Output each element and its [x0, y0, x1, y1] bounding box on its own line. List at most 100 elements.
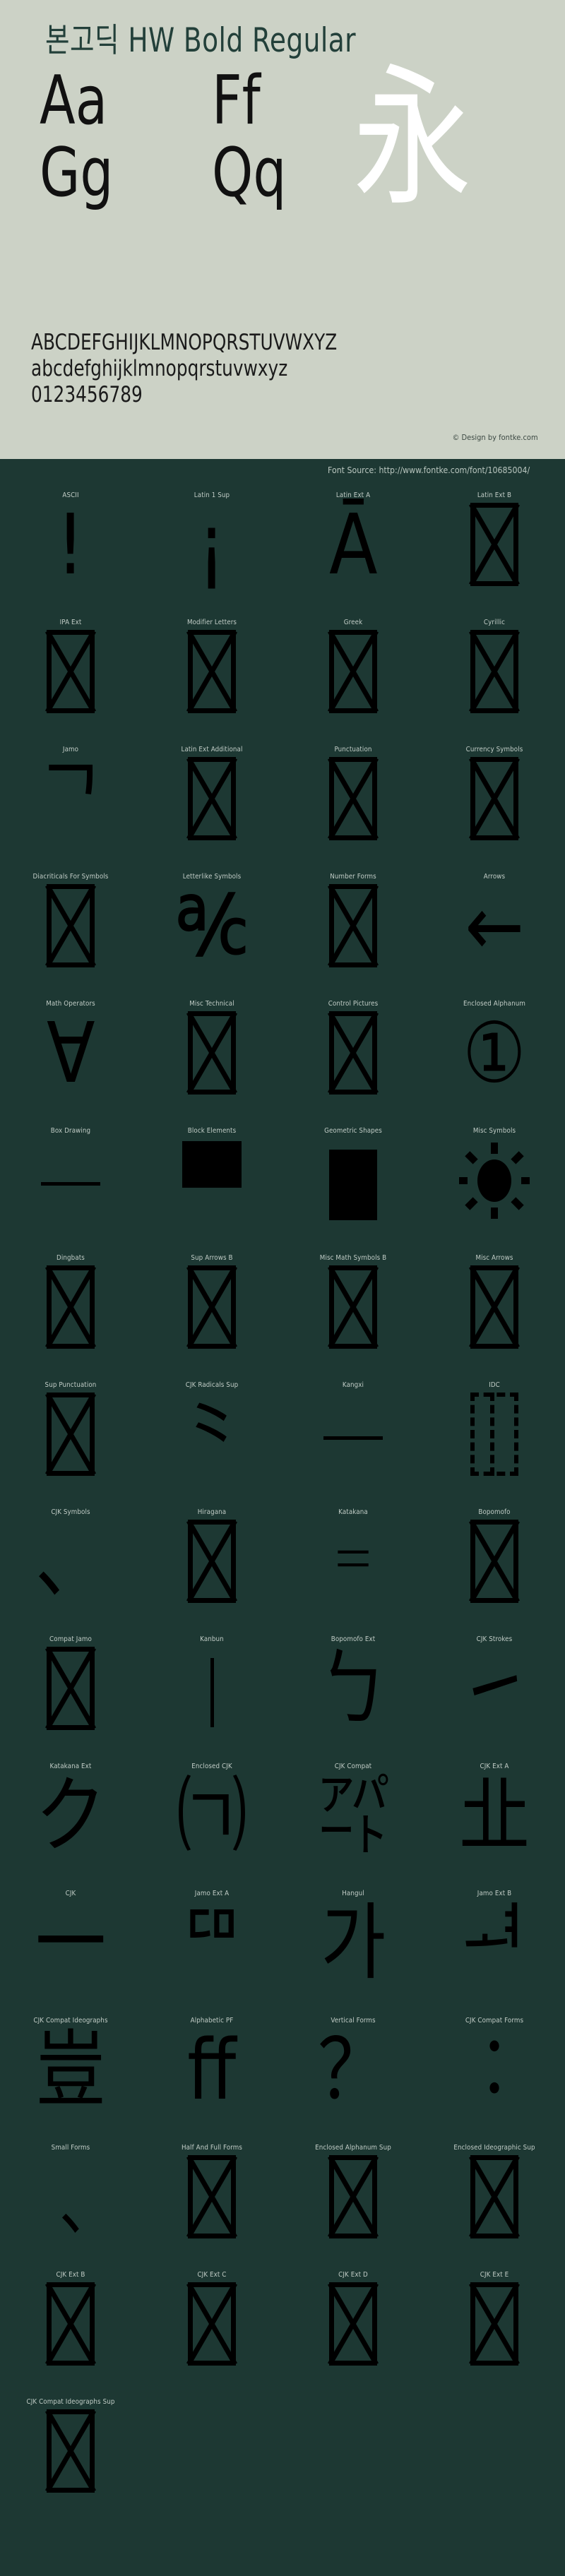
unicode-block-glyph: ︰ [424, 2028, 565, 2134]
unicode-block-cell: CJK Ext A㐀 [424, 1755, 565, 1883]
unicode-block-cell: Sup Arrows B [141, 1247, 282, 1374]
missing-glyph-box-icon [329, 1011, 377, 1095]
unicode-block-label: Cyrillic [483, 619, 506, 626]
unicode-block-glyph: 豈 [0, 2028, 141, 2134]
font-specimen-page: 본고딕 HW Bold Regular Aa Ff Gg Qq 永 ABCDEF… [0, 0, 565, 2518]
unicode-block-cell: Compat Jamo [0, 1628, 141, 1755]
unicode-block-label: Bopomofo [478, 1508, 511, 1516]
glyph-sample: ゠ [317, 1513, 389, 1610]
unicode-block-glyph [424, 1520, 565, 1626]
unicode-block-cell: Box Drawing [0, 1120, 141, 1247]
unicode-block-label: Misc Arrows [475, 1254, 513, 1262]
unicode-block-label: Modifier Letters [186, 619, 237, 626]
unicode-block-glyph [282, 2155, 424, 2261]
unicode-block-cell: Modifier Letters [141, 612, 282, 739]
unicode-block-label: Enclosed Alphanum Sup [315, 2144, 391, 2152]
glyph-sample: ㈀ [176, 1767, 248, 1864]
glyph-sample: ㌀ [317, 1767, 389, 1864]
unicode-block-cell: Misc Symbols [424, 1120, 565, 1247]
unicode-block-cell: IPA Ext [0, 612, 141, 739]
sample-glyph-gg: Gg [40, 134, 114, 212]
missing-glyph-box-icon [47, 1393, 95, 1476]
unicode-block-cell: Letterlike Symbols ℀ [141, 866, 282, 993]
unicode-block-glyph [424, 1138, 565, 1244]
font-source-bar: Font Source: http://www.fontke.com/font/… [0, 459, 565, 484]
unicode-block-glyph [0, 1138, 141, 1244]
unicode-block-glyph: ! [0, 503, 141, 609]
missing-glyph-box-icon [329, 630, 377, 713]
unicode-block-cell: Katakana Ext ク [0, 1755, 141, 1883]
unicode-block-glyph [0, 1647, 141, 1753]
unicode-block-glyph [424, 2282, 565, 2388]
missing-glyph-box-icon [188, 2155, 236, 2238]
unicode-block-label: Diacriticals For Symbols [32, 873, 109, 881]
unicode-block-cell: Math Operators ∀ [0, 993, 141, 1120]
unicode-block-cell: Enclosed Alphanum Sup [282, 2137, 424, 2264]
unicode-block-cell: Hiragana [141, 1501, 282, 1628]
unicode-block-cell: Enclosed Alphanum ① [424, 993, 565, 1120]
glyph-sample: ㄅ [317, 1640, 389, 1737]
unicode-block-cell: Kangxi [282, 1374, 424, 1501]
unicode-block-glyph: ¡ [141, 503, 282, 609]
unicode-block-cell: CJK Compat ㌀ [282, 1755, 424, 1883]
sun-shape [456, 1141, 533, 1224]
sample-glyph-ff: Ff [212, 62, 261, 140]
font-source-text: Font Source: http://www.fontke.com/font/… [327, 465, 530, 475]
unicode-block-glyph [282, 1265, 424, 1371]
unicode-block-cell: Cyrillic [424, 612, 565, 739]
missing-glyph-box-icon [188, 757, 236, 840]
missing-glyph-box-icon [329, 757, 377, 840]
missing-glyph-box-icon [188, 1011, 236, 1095]
glyph-sample: ᄀ [37, 750, 104, 847]
unicode-block-cell: CJK Compat Ideographs 豈 [0, 2010, 141, 2137]
unicode-block-glyph: ㈀ [141, 1774, 282, 1880]
unicode-block-label: Misc Math Symbols B [319, 1254, 387, 1262]
unicode-block-glyph [282, 1393, 424, 1498]
missing-glyph-box-icon [470, 630, 518, 713]
glyph-sample: ← [464, 877, 525, 974]
missing-glyph-box-icon [47, 1265, 95, 1349]
unicode-block-label: CJK Ext B [56, 2271, 85, 2279]
unicode-block-glyph: 가 [282, 1901, 424, 2007]
missing-glyph-box-icon [329, 2282, 377, 2366]
unicode-block-label: Half And Full Forms [181, 2144, 243, 2152]
unicode-block-label: Misc Technical [189, 1000, 234, 1008]
unicode-block-glyph: ﹑ [0, 2155, 141, 2261]
unicode-block-cell: CJK Ext D [282, 2264, 424, 2391]
glyph-sample: Ā [328, 496, 378, 593]
unicode-block-label: Geometric Shapes [324, 1127, 382, 1135]
glyph-sample: ︰ [458, 2021, 530, 2118]
unicode-block-glyph: ？ [282, 2028, 424, 2134]
unicode-block-cell: Jamo Ext Bힰ [424, 1883, 565, 2010]
sample-glyph-strip: Aa Ff Gg Qq 永 [0, 62, 565, 274]
unicode-block-label: Latin Ext B [477, 491, 512, 499]
unicode-block-cell: CJK Compat Ideographs Sup [0, 2391, 141, 2518]
unicode-block-cell: Enclosed Ideographic Sup [424, 2137, 565, 2264]
unicode-block-cell: Latin Ext Additional [141, 739, 282, 866]
unicode-block-glyph [0, 884, 141, 990]
unicode-block-glyph: ← [424, 884, 565, 990]
hero-panel: 본고딕 HW Bold Regular Aa Ff Gg Qq 永 ABCDEF… [0, 0, 565, 459]
glyph-sample: ⺀ [176, 1385, 248, 1483]
missing-glyph-box-icon [329, 2155, 377, 2238]
unicode-block-label: Sup Arrows B [191, 1254, 233, 1262]
sun-icon [456, 1143, 533, 1219]
unicode-block-glyph [141, 757, 282, 863]
unicode-block-cell: CJK Radicals Sup ⺀ [141, 1374, 282, 1501]
glyph-sample: ？ [317, 2021, 389, 2118]
unicode-block-glyph [282, 757, 424, 863]
horizontal-line-shape [323, 1436, 383, 1440]
unicode-block-cell: Misc Math Symbols B [282, 1247, 424, 1374]
unicode-block-label: CJK Ext C [197, 2271, 227, 2279]
unicode-block-label: Hiragana [197, 1508, 227, 1516]
unicode-block-label: Block Elements [187, 1127, 237, 1135]
unicode-block-glyph [282, 630, 424, 736]
missing-glyph-box-icon [188, 1520, 236, 1603]
unicode-block-cell: Arrows ← [424, 866, 565, 993]
specimen-lowercase: abcdefghijklmnopqrstuvwxyz [31, 356, 288, 381]
missing-glyph-box-icon [470, 1265, 518, 1349]
unicode-block-label: Compat Jamo [49, 1635, 92, 1643]
unicode-block-cell: Jamo ᄀ [0, 739, 141, 866]
unicode-block-cell: Punctuation [282, 739, 424, 866]
unicode-block-glyph: ᄀ [0, 757, 141, 863]
